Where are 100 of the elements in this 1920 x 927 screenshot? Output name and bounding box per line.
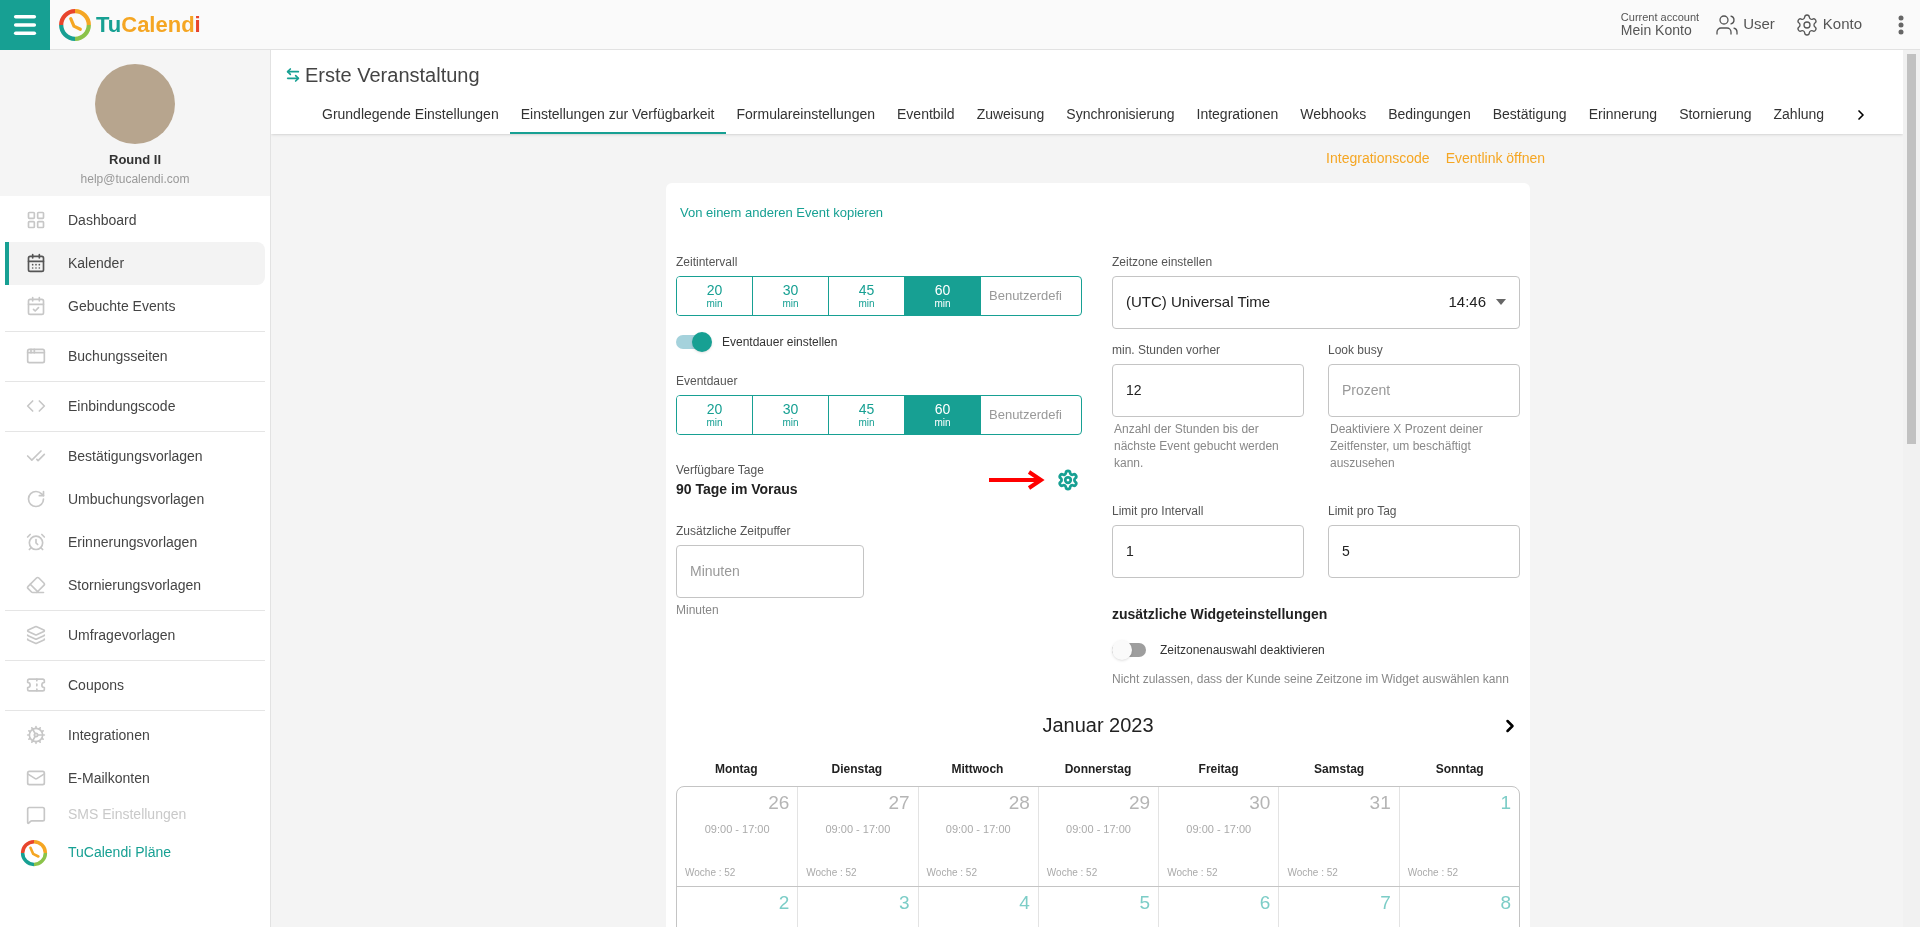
eraser-icon [26, 575, 46, 595]
arrow-icon [987, 469, 1047, 491]
users-icon [1715, 12, 1740, 37]
field-hint: Anzahl der Stunden bis der nächste Event gebucht werden kann. [1113, 420, 1280, 472]
weekday-label: Mittwoch [950, 760, 1005, 778]
profile-email: help@tucalendi.com [80, 170, 190, 188]
section-heading: zusätzliche Widgeteinstellungen [1112, 604, 1329, 624]
week-label: Woche : 52 [1407, 865, 1460, 880]
sidebar-item[interactable]: Dashboard [5, 198, 265, 242]
tab[interactable]: Grundlegende Einstellungen [311, 96, 510, 134]
tab[interactable]: Eventbild [886, 96, 966, 134]
tab[interactable]: Zahlung [1762, 96, 1836, 134]
sidebar-item[interactable]: Gebuchte Events [5, 284, 265, 328]
sidebar-item[interactable]: Umbuchungsvorlagen [5, 477, 265, 521]
weekday-label: Dienstag [830, 760, 884, 778]
week-label: Woche : 52 [685, 865, 737, 880]
week-label: Woche : 52 [1167, 865, 1219, 880]
month-title: Januar 2023 [1042, 712, 1154, 738]
rotate-arrow-icon [26, 489, 46, 509]
week-label: Woche : 52 [1046, 865, 1099, 880]
sidebar-item[interactable]: Einbindungscode [5, 384, 265, 428]
gears-icon [26, 725, 46, 745]
ticket-icon [26, 675, 46, 695]
toggle-label: Zeitzonenauswahl deaktivieren [1160, 641, 1325, 659]
user-button[interactable]: User [1715, 12, 1775, 37]
limit-input[interactable]: 5 [1328, 524, 1520, 578]
buffer-input[interactable]: Minuten [676, 544, 864, 598]
tab[interactable]: Formulareinstellungen [725, 96, 887, 134]
tab[interactable]: Einstellungen zur Verfügbarkeit [509, 96, 726, 134]
hours-text: 09:00 - 17:00 [1186, 821, 1252, 837]
field-label: Verfügbare Tage [676, 461, 765, 479]
layers-icon [26, 625, 46, 645]
tab[interactable]: Bestätigung [1481, 96, 1578, 134]
more-button[interactable] [1898, 14, 1904, 35]
tab[interactable]: Webhooks [1289, 96, 1378, 134]
sidebar-item[interactable]: Kalender [5, 241, 265, 285]
hours-text: 09:00 - 17:00 [945, 821, 1011, 837]
custom-interval-input[interactable]: Benutzerdefi [981, 395, 1081, 434]
sidebar-item[interactable]: Bestätigungsvorlagen [5, 434, 265, 478]
sms-bubble-icon [26, 804, 46, 825]
field-label: Limit pro Intervall [1112, 502, 1205, 520]
weekday-label: Freitag [1197, 760, 1240, 778]
account-name: Mein Konto [1620, 23, 1693, 37]
sidebar-item[interactable]: E-Mailkonten [5, 756, 265, 800]
logo-icon [20, 838, 48, 867]
limit-input[interactable]: 1 [1112, 524, 1304, 578]
window-icon [26, 346, 46, 366]
tab[interactable]: Integrationen [1185, 96, 1290, 134]
sidebar-item[interactable]: Stornierungsvorlagen [5, 563, 265, 607]
sidebar-item[interactable]: Erinnerungsvorlagen [5, 520, 265, 564]
menu-button[interactable] [0, 0, 50, 50]
field-label: Limit pro Tag [1328, 502, 1398, 520]
caret-icon [1496, 299, 1506, 305]
grid-icon [26, 210, 46, 230]
more-icon [1898, 14, 1904, 35]
field-label: Zeitintervall [676, 253, 739, 271]
available-days-value: 90 Tage im Voraus [676, 479, 799, 499]
hours-input[interactable]: 12 [1112, 363, 1304, 417]
scrollbar[interactable] [1903, 50, 1920, 927]
profile-name: Round II [109, 151, 161, 169]
settings-icon[interactable] [1057, 469, 1079, 491]
swap-icon[interactable] [285, 67, 301, 83]
calendar-icon [26, 253, 46, 273]
week-label: Woche : 52 [806, 865, 858, 880]
logo-text: TuCalendi [96, 11, 201, 39]
sidebar-item[interactable]: Umfragevorlagen [5, 613, 265, 657]
mail-icon [26, 768, 46, 788]
week-label: Woche : 52 [926, 865, 978, 880]
page-title: Erste Veranstaltung [305, 63, 480, 88]
field-label: Zeitzone einstellen [1112, 253, 1214, 271]
tab[interactable]: Stornierung [1668, 96, 1763, 134]
toggle-switch[interactable] [676, 331, 712, 352]
weekday-label: Donnerstag [1063, 760, 1133, 778]
toggle-switch[interactable] [1112, 639, 1148, 660]
sidebar-item[interactable]: Coupons [5, 663, 265, 707]
weekday-label: Montag [713, 760, 759, 778]
weekday-label: Sonntag [1434, 760, 1485, 778]
tab[interactable]: Bedingungen [1377, 96, 1482, 134]
field-label: Zusätzliche Zeitpuffer [676, 522, 792, 540]
field-hint: Minuten [676, 601, 720, 619]
hours-text: 09:00 - 17:00 [825, 821, 891, 837]
timezone-select[interactable]: (UTC) Universal Time 14:46 [1112, 275, 1520, 329]
custom-interval-input[interactable]: Benutzerdefi [981, 276, 1081, 315]
field-label: Eventdauer [676, 372, 739, 390]
hours-text: 09:00 - 17:00 [1066, 821, 1131, 837]
tab[interactable]: Synchronisierung [1055, 96, 1186, 134]
account-caption: Current account [1620, 12, 1700, 23]
percent-input[interactable]: Prozent [1328, 363, 1520, 417]
field-label: min. Stunden vorher [1112, 341, 1222, 359]
sidebar-item[interactable]: Buchungsseiten [5, 334, 265, 378]
tab[interactable]: Erinnerung [1577, 96, 1669, 134]
tab[interactable]: Zuweisung [965, 96, 1056, 134]
sidebar-item[interactable]: Integrationen [5, 713, 265, 757]
field-hint: Deaktiviere X Prozent deiner Zeitfenster, um beschäftigt auszusehen [1329, 420, 1484, 472]
account-button[interactable]: Konto [1794, 12, 1862, 37]
settings-icon [1794, 12, 1819, 37]
hours-text: 09:00 - 17:00 [704, 821, 770, 837]
alarm-clock-icon [26, 532, 46, 552]
field-label: Look busy [1328, 341, 1384, 359]
week-label: Woche : 52 [1287, 865, 1339, 880]
